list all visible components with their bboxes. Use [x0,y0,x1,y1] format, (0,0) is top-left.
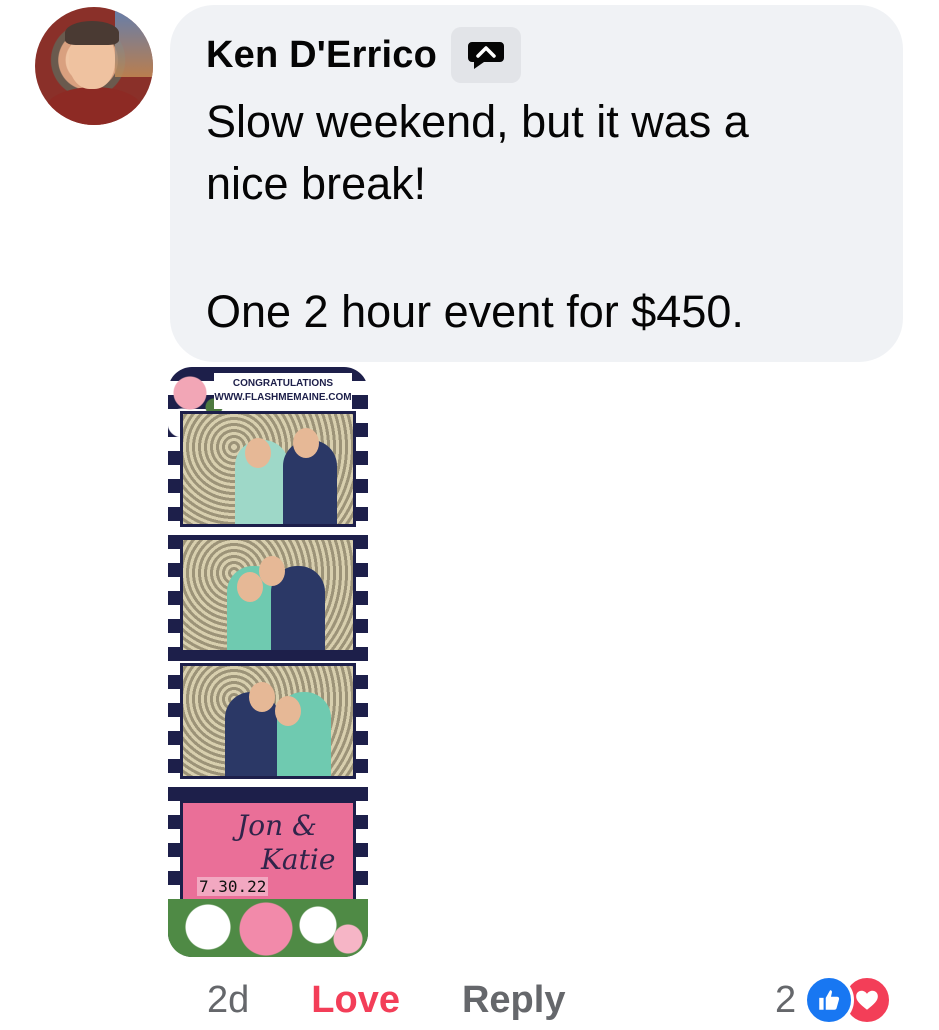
avatar-background [115,7,153,77]
person-head [293,428,319,458]
author-name[interactable]: Ken D'Errico [206,34,437,77]
avatar-hair [65,21,119,45]
names-card: Jon & Katie 7.30.22 [180,800,356,910]
person-head [259,556,285,586]
author-avatar[interactable] [35,7,153,125]
avatar-shirt [45,87,143,125]
comment-text-line: nice break! [206,158,427,209]
person-head [275,696,301,726]
names-line: Katie [261,843,336,876]
comment-bubble: Ken D'Errico Slow weekend, but it was a … [170,5,903,362]
like-icon [804,975,855,1025]
author-row: Ken D'Errico [206,27,522,83]
comment-text-line: One 2 hour event for $450. [206,286,744,337]
photo-strip-image[interactable]: CONGRATULATIONS WWW.FLASHMEMAINE.COM Jon… [168,367,368,957]
names-text: Jon & Katie [237,809,335,877]
speech-bubble-icon[interactable] [451,27,522,83]
person-head [245,438,271,468]
strip-header: CONGRATULATIONS WWW.FLASHMEMAINE.COM [214,373,352,409]
reply-button[interactable]: Reply [462,979,565,1022]
flower-decoration [168,899,368,957]
event-date: 7.30.22 [197,877,269,896]
strip-header-url: WWW.FLASHMEMAINE.COM [214,392,352,403]
names-line: Jon & [237,809,317,842]
timestamp-link[interactable]: 2d [207,979,249,1022]
photo-booth-frame [180,537,356,653]
photo-booth-frame [180,411,356,527]
reaction-summary[interactable]: 2 [775,972,893,1028]
love-reaction-button[interactable]: Love [311,979,400,1022]
person-head [249,682,275,712]
reaction-count: 2 [775,978,797,1021]
comment-text-line: Slow weekend, but it was a [206,96,749,147]
photo-booth-frame [180,663,356,779]
strip-header-title: CONGRATULATIONS [232,378,334,389]
comment-actions: 2d Love Reply [207,972,565,1028]
